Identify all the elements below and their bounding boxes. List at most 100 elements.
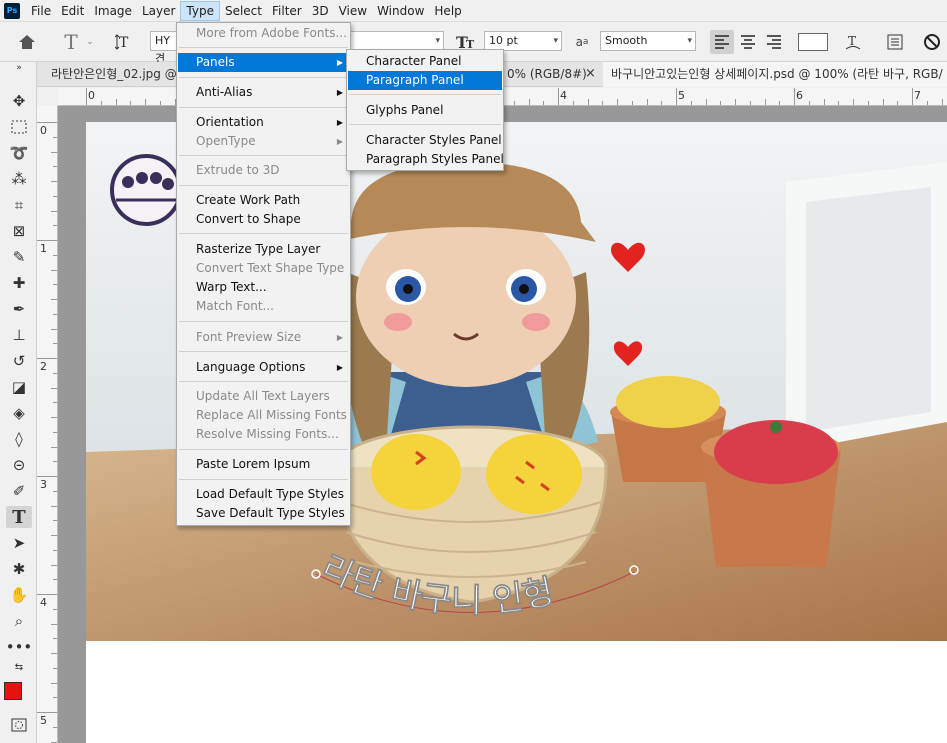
menu-window[interactable]: Window	[372, 1, 429, 21]
ruler-tick	[51, 446, 57, 448]
toggle-text-orientation-icon[interactable]: T	[112, 30, 138, 54]
frame-tool-icon[interactable]: ⊠	[6, 220, 32, 242]
align-center-icon[interactable]	[736, 30, 760, 54]
menu-item-warp-text[interactable]: Warp Text...	[178, 278, 349, 297]
document-tab-3[interactable]: 바구니안고있는인형 상세페이지.psd @ 100% (라탄 바구, RGB/	[603, 62, 947, 87]
swap-colors-icon[interactable]: ⇆	[6, 660, 32, 674]
align-right-icon[interactable]	[762, 30, 786, 54]
cancel-icon[interactable]	[920, 30, 944, 54]
ruler-tick	[53, 166, 57, 168]
menu-item-label: Panels	[196, 55, 235, 69]
menu-file[interactable]: File	[26, 1, 56, 21]
menu-separator	[179, 185, 348, 186]
menu-item-rasterize-type-layer[interactable]: Rasterize Type Layer	[178, 240, 349, 259]
text-color-swatch[interactable]	[798, 33, 828, 51]
menu-item-paragraph-panel[interactable]: Paragraph Panel	[348, 71, 502, 90]
history-brush-icon[interactable]: ↺	[6, 350, 32, 372]
menu-item-character-styles-panel[interactable]: Character Styles Panel	[348, 131, 502, 150]
brush-tool-icon[interactable]: ✒	[6, 298, 32, 320]
menu-item-create-work-path[interactable]: Create Work Path	[178, 191, 349, 210]
menu-view[interactable]: View	[334, 1, 372, 21]
menu-item-label: OpenType	[196, 134, 256, 148]
font-size-input[interactable]: 10 pt ▾	[484, 31, 562, 51]
menu-item-paragraph-styles-panel[interactable]: Paragraph Styles Panel	[348, 150, 504, 169]
marquee-tool-icon[interactable]	[6, 116, 32, 138]
healing-brush-icon[interactable]: ✚	[6, 272, 32, 294]
menu-type[interactable]: Type	[180, 0, 220, 21]
warp-text-icon[interactable]: T	[842, 30, 864, 54]
move-tool-icon[interactable]: ✥	[6, 90, 32, 112]
close-icon[interactable]: ×	[577, 62, 597, 87]
menu-item-character-panel[interactable]: Character Panel	[348, 52, 502, 71]
pen-tool-icon[interactable]: ✐	[6, 480, 32, 502]
anti-alias-select[interactable]: Smooth ▾	[600, 31, 696, 51]
font-style-select[interactable]: ▾	[350, 31, 444, 51]
blur-tool-icon[interactable]: ◊	[6, 428, 32, 450]
ruler-tick	[100, 101, 102, 105]
hand-tool-icon[interactable]: ✋	[6, 584, 32, 606]
character-paragraph-panel-icon[interactable]	[884, 30, 906, 54]
menu-item-load-default-type-styles[interactable]: Load Default Type Styles	[178, 485, 349, 504]
tool-preset-dropdown-icon[interactable]: ⌄	[84, 30, 96, 54]
custom-shape-icon[interactable]: ✱	[6, 558, 32, 580]
menu-item-orientation[interactable]: Orientation ▶	[178, 113, 349, 132]
menu-separator	[179, 449, 348, 450]
type-tool-icon[interactable]: T	[6, 506, 32, 528]
document-tab-label: 바구니안고있는인형 상세페이지.psd @ 100% (라탄 바구, RGB/	[611, 67, 943, 81]
type-tool-icon[interactable]: T	[58, 30, 84, 54]
ruler-tick	[51, 387, 57, 389]
ruler-label: 0	[40, 124, 47, 137]
zoom-tool-icon[interactable]: ⌕	[6, 610, 32, 632]
ruler-tick	[53, 372, 57, 374]
ruler-tick	[543, 101, 545, 105]
menu-item-glyphs-panel[interactable]: Glyphs Panel	[348, 101, 502, 120]
eraser-icon[interactable]: ◪	[6, 376, 32, 398]
dodge-tool-icon[interactable]: ⊝	[6, 454, 32, 476]
eyedropper-icon[interactable]: ✎	[6, 246, 32, 268]
path-selection-icon[interactable]: ➤	[6, 532, 32, 554]
ruler-tick	[51, 653, 57, 654]
menu-item-anti-alias[interactable]: Anti-Alias ▶	[178, 83, 349, 102]
ruler-tick	[735, 99, 736, 105]
menu-item-extrude-to-3d: Extrude to 3D	[178, 161, 349, 180]
ruler-tick	[51, 299, 57, 300]
more-tools-icon[interactable]: •••	[6, 636, 33, 658]
ruler-tick	[764, 99, 766, 105]
home-icon[interactable]	[14, 30, 40, 54]
menu-item-convert-to-shape[interactable]: Convert to Shape	[178, 210, 349, 229]
menu-item-paste-lorem-ipsum[interactable]: Paste Lorem Ipsum	[178, 455, 349, 474]
align-left-icon[interactable]	[710, 30, 734, 54]
submenu-arrow-icon: ▶	[336, 88, 343, 97]
ruler-tick	[53, 136, 57, 138]
menu-3d[interactable]: 3D	[307, 1, 334, 21]
ruler-tick	[130, 101, 132, 105]
crop-tool-icon[interactable]: ⌗	[6, 194, 32, 216]
ruler-tick	[53, 608, 57, 610]
menu-filter[interactable]: Filter	[267, 1, 307, 21]
ruler-tick	[51, 505, 57, 507]
menu-separator	[179, 77, 348, 78]
lasso-tool-icon[interactable]: ➰	[6, 142, 32, 164]
collapse-panel-icon[interactable]: »	[6, 62, 32, 74]
menu-item-label: Language Options	[196, 360, 306, 374]
menu-item-language-options[interactable]: Language Options ▶	[178, 358, 349, 377]
paint-bucket-icon[interactable]: ◈	[6, 402, 32, 424]
aa-icon-large: a	[575, 35, 583, 49]
menu-item-save-default-type-styles[interactable]: Save Default Type Styles	[178, 504, 349, 523]
menu-item-label: Anti-Alias	[196, 85, 253, 99]
svg-text:T: T	[119, 35, 129, 51]
ruler-tick	[53, 667, 57, 669]
foreground-color-swatch[interactable]	[4, 682, 22, 700]
clone-stamp-icon[interactable]: ⊥	[6, 324, 32, 346]
quick-mask-icon[interactable]	[6, 716, 32, 734]
menu-layer[interactable]: Layer	[137, 1, 180, 21]
ruler-tick	[51, 181, 57, 182]
document-tab-1[interactable]: 라탄안은인형_02.jpg @	[43, 62, 183, 87]
menu-image[interactable]: Image	[89, 1, 137, 21]
menu-item-more-from-adobe-fonts: More from Adobe Fonts...	[178, 24, 349, 43]
menu-edit[interactable]: Edit	[56, 1, 89, 21]
menu-select[interactable]: Select	[220, 1, 267, 21]
magic-wand-icon[interactable]: ⁂	[6, 168, 32, 190]
menu-item-panels[interactable]: Panels ▶	[178, 53, 349, 72]
menu-help[interactable]: Help	[429, 1, 466, 21]
